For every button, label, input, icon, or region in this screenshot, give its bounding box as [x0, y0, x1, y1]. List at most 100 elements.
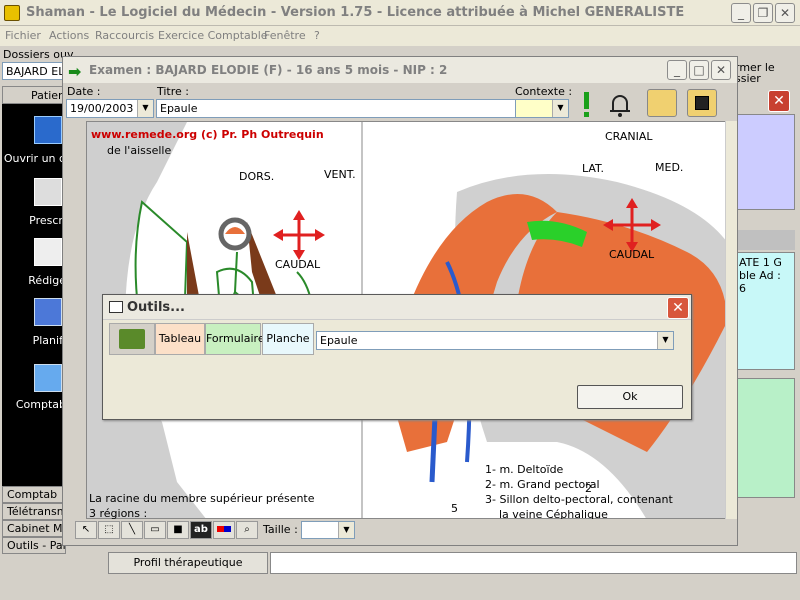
menu-raccourcis[interactable]: Raccourcis [95, 29, 154, 42]
caption-1: La racine du membre supérieur présente [89, 492, 315, 505]
main-titlebar: Shaman - Le Logiciel du Médecin - Versio… [0, 0, 800, 26]
sidebar-item-planifier[interactable]: Planifi [2, 334, 66, 347]
chevron-down-icon[interactable]: ▼ [137, 100, 153, 117]
planche-select[interactable]: Epaule ▼ [316, 331, 674, 350]
right-panel-info: ATE 1 G ble Ad : 6 [735, 252, 795, 370]
save-icon[interactable] [687, 89, 717, 117]
dialog-icon [109, 301, 123, 313]
sidebar-btn-comptab[interactable]: Comptab [2, 486, 66, 503]
outils-titlebar: Outils... ✕ [103, 295, 691, 320]
right-panel-text-1: ATE 1 G [739, 256, 782, 269]
drawing-toolbar: ↖ ⬚ ╲ ▭ ■ ab ⌕ Taille : ▼ [73, 519, 733, 541]
color-palette-icon[interactable] [213, 521, 235, 539]
tab-formulaire[interactable]: Formulaire [205, 323, 265, 355]
tab-planche[interactable]: Planche [262, 323, 314, 355]
outils-close-icon[interactable]: ✕ [667, 297, 689, 319]
menu-bar: Fichier Actions Raccourcis Exercice Comp… [0, 26, 800, 46]
titre-input[interactable]: Epaule [156, 99, 516, 118]
rectangle-icon[interactable]: ▭ [144, 521, 166, 539]
right-header: rmer le ssier [735, 62, 797, 84]
examen-minimize-icon[interactable]: _ [667, 60, 687, 80]
legend-1: 1- m. Deltoïde [485, 463, 564, 476]
print-icon[interactable] [647, 89, 677, 117]
contexte-select[interactable]: ▼ [515, 99, 569, 118]
taille-label: Taille : [263, 523, 298, 536]
right-panel-green [735, 378, 795, 498]
date-field[interactable]: 19/00/2003 ▼ [66, 99, 154, 118]
folder-open-icon [34, 116, 62, 144]
restore-icon[interactable]: ❐ [753, 3, 773, 23]
examen-titlebar: ➡ Examen : BAJARD ELODIE (F) - 16 ans 5 … [63, 57, 737, 83]
menu-exercice-comptable[interactable]: Exercice Comptable [158, 29, 268, 42]
calendar-icon [34, 298, 62, 326]
outils-dialog: Outils... ✕ Tableau Formulaire Planche E… [102, 294, 692, 420]
examen-maximize-icon[interactable]: □ [689, 60, 709, 80]
alert-exclamation-icon[interactable] [581, 92, 591, 118]
tools-icon[interactable] [109, 323, 155, 355]
sidebar-btn-cabinet[interactable]: Cabinet Mé [2, 520, 66, 537]
sidebar-btn-outils[interactable]: Outils - Paramètres [2, 537, 66, 554]
label-med: MED. [655, 161, 684, 174]
calculator-icon [34, 364, 62, 392]
bell-icon[interactable] [607, 91, 633, 119]
right-panel-separator [735, 230, 795, 250]
date-label: Date : [67, 85, 101, 98]
minimize-icon[interactable]: _ [731, 3, 751, 23]
label-dors: DORS. [239, 170, 275, 183]
patient-selector[interactable]: BAJARD EL [2, 62, 66, 80]
write-icon [34, 238, 62, 266]
bottom-strip [270, 552, 797, 574]
taille-chevron-down-icon[interactable]: ▼ [338, 522, 354, 538]
pointer-icon[interactable]: ↖ [75, 521, 97, 539]
menu-fenetre[interactable]: Fenêtre [264, 29, 306, 42]
sidebar-item-rediger[interactable]: Rédige [2, 274, 66, 287]
main-window-title: Shaman - Le Logiciel du Médecin - Versio… [26, 5, 685, 20]
shaman-app-icon [4, 5, 20, 21]
prescription-icon [34, 178, 62, 206]
right-text-2: ssier [735, 72, 761, 85]
sidebar-section-patient[interactable]: Patien [2, 86, 66, 104]
label-caudal-right: CAUDAL [609, 248, 655, 261]
ok-button[interactable]: Ok [577, 385, 683, 409]
tab-profil-therapeutique[interactable]: Profil thérapeutique [108, 552, 268, 574]
filled-rect-icon[interactable]: ■ [167, 521, 189, 539]
text-tool-icon[interactable]: ab [190, 521, 212, 539]
label-num-5: 5 [451, 502, 458, 515]
line-icon[interactable]: ╲ [121, 521, 143, 539]
zoom-icon[interactable]: ⌕ [236, 521, 258, 539]
contexte-chevron-down-icon[interactable]: ▼ [552, 100, 568, 117]
label-cranial: CRANIAL [605, 130, 653, 143]
menu-fichier[interactable]: Fichier [5, 29, 41, 42]
label-vent: VENT. [324, 168, 356, 181]
contexte-label: Contexte : [515, 85, 573, 98]
right-panel-violet [735, 114, 795, 210]
label-lat: LAT. [582, 162, 604, 175]
sidebar-item-ouvrir[interactable]: Ouvrir un d [2, 152, 66, 165]
credit-text: www.remede.org (c) Pr. Ph Outrequin [91, 128, 324, 141]
green-arrow-icon: ➡ [68, 62, 82, 81]
taille-select[interactable]: ▼ [301, 521, 355, 539]
sidebar-item-comptabilite[interactable]: Comptab [2, 398, 66, 411]
menu-help[interactable]: ? [314, 29, 320, 42]
outils-title: Outils... [127, 300, 185, 315]
sidebar-btn-teletransm[interactable]: Télétransm [2, 503, 66, 520]
plate-scrollbar[interactable] [725, 121, 737, 519]
planche-select-value: Epaule [320, 334, 358, 347]
date-value: 19/00/2003 [70, 102, 134, 115]
examen-close-icon[interactable]: ✕ [711, 60, 731, 80]
sidebar: Ouvrir un d Prescri Rédige Planifi Compt… [2, 86, 66, 486]
plate-fragment: de l'aisselle [107, 144, 172, 157]
legend-2: 2- m. Grand pectoral [485, 478, 600, 491]
right-panel-text-2: ble Ad : 6 [739, 269, 781, 295]
titre-label: Titre : [157, 85, 190, 98]
legend-3: 3- Sillon delto-pectoral, contenant [485, 493, 673, 506]
planche-chevron-down-icon[interactable]: ▼ [657, 332, 673, 349]
examen-title: Examen : BAJARD ELODIE (F) - 16 ans 5 mo… [89, 63, 448, 77]
label-caudal-left: CAUDAL [275, 258, 321, 271]
tab-tableau[interactable]: Tableau [155, 323, 205, 355]
menu-actions[interactable]: Actions [49, 29, 89, 42]
right-panel-close-icon[interactable]: ✕ [768, 90, 790, 112]
close-icon[interactable]: ✕ [775, 3, 795, 23]
sidebar-item-prescrire[interactable]: Prescri [2, 214, 66, 227]
select-rect-icon[interactable]: ⬚ [98, 521, 120, 539]
